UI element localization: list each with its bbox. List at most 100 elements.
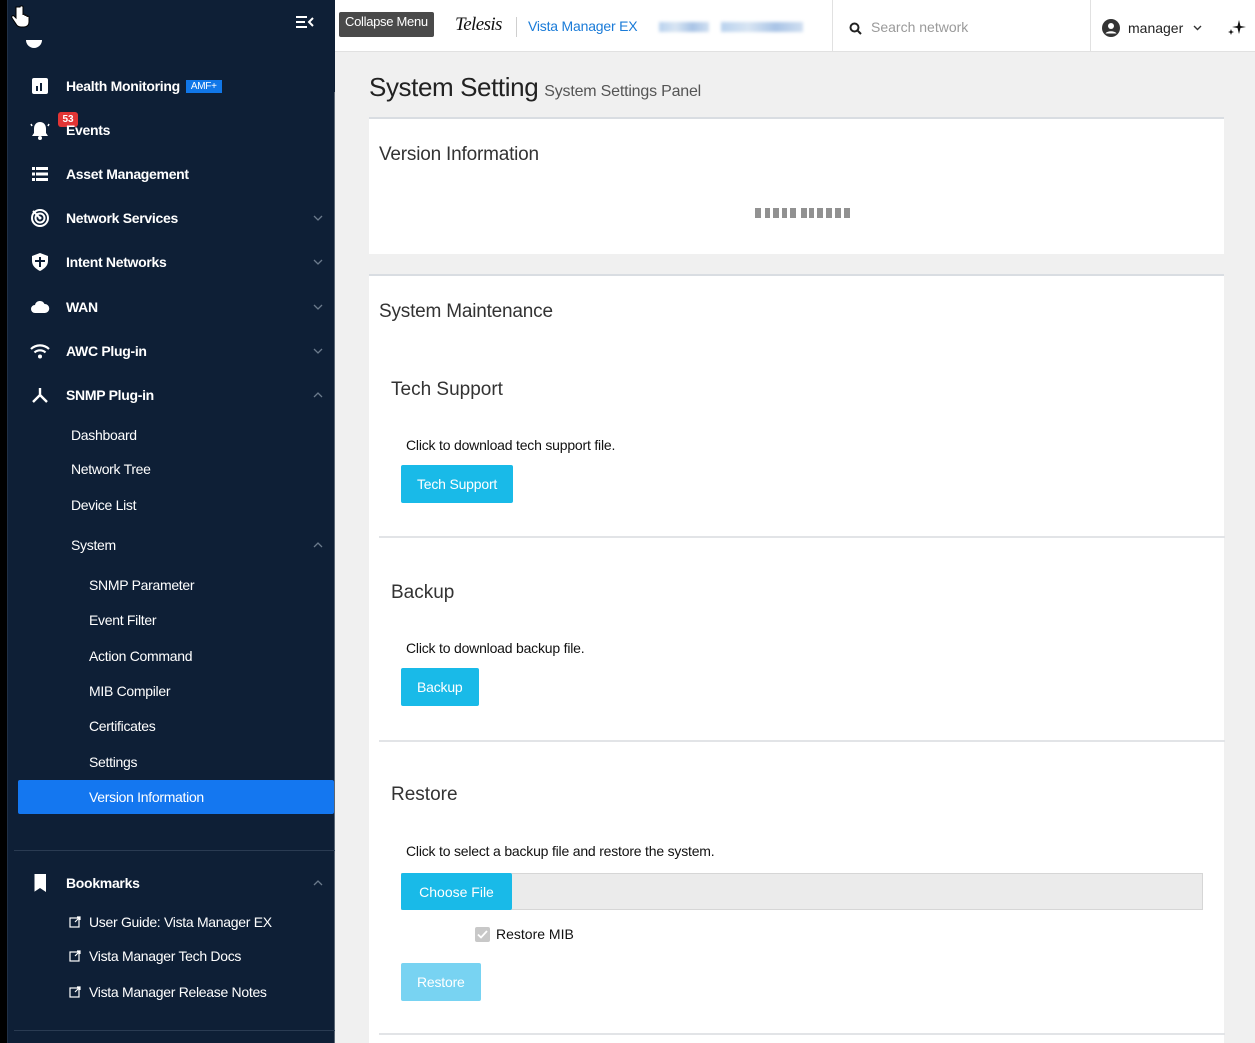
- nav-label: Intent Networks: [66, 254, 167, 270]
- external-link-icon: [69, 986, 81, 998]
- nav-label: AWC Plug-in: [66, 343, 147, 359]
- bookmark-label: User Guide: Vista Manager EX: [89, 914, 272, 930]
- section-divider: [379, 536, 1225, 538]
- redacted-info: [659, 22, 709, 32]
- sidebar-item-system[interactable]: System: [14, 528, 332, 562]
- restore-title: Restore: [391, 784, 458, 805]
- page-title-row: System Setting System Settings Panel: [369, 72, 701, 103]
- search-network-input[interactable]: [871, 15, 1091, 39]
- tech-support-button[interactable]: Tech Support: [401, 465, 514, 503]
- sub-item-label: MIB Compiler: [89, 683, 171, 699]
- hand-pointer-icon: [11, 5, 30, 28]
- sidebar-top: [7, 0, 335, 52]
- bookmark-link[interactable]: Vista Manager Release Notes: [69, 984, 267, 1000]
- nav-intent-networks[interactable]: Intent Networks: [14, 244, 332, 280]
- chevron-up-icon: [313, 392, 323, 398]
- choose-file-button[interactable]: Choose File: [401, 873, 512, 910]
- bar-chart-icon: [32, 78, 48, 94]
- sidebar-item-version-information[interactable]: Version Information: [18, 780, 334, 814]
- nav-health-monitoring[interactable]: Health Monitoring AMF+: [14, 68, 332, 104]
- external-link-icon: [69, 916, 81, 928]
- bookmark-icon: [33, 874, 46, 892]
- sub-item-label: Dashboard: [71, 427, 137, 443]
- bookmark-link[interactable]: User Guide: Vista Manager EX: [69, 914, 272, 930]
- main-content: System Setting System Settings Panel Vers…: [335, 53, 1255, 1043]
- collapse-menu-button[interactable]: Collapse Menu: [339, 12, 434, 37]
- restore-description: Click to select a backup file and restor…: [406, 843, 715, 859]
- redacted-info: [721, 22, 803, 32]
- sub-item-label: Version Information: [89, 789, 204, 805]
- dashboard-icon: [26, 40, 42, 48]
- nav-wan[interactable]: WAN: [14, 289, 332, 325]
- nav-label: Events: [66, 122, 111, 138]
- wifi-icon: [30, 344, 50, 359]
- nav-snmp-plugin[interactable]: SNMP Plug-in: [14, 377, 332, 413]
- sidebar-item-device-list[interactable]: Device List: [14, 488, 332, 522]
- amf-badge: AMF+: [185, 80, 222, 93]
- nav-events[interactable]: 53 Events: [14, 112, 332, 148]
- nav-bookmarks[interactable]: Bookmarks: [14, 865, 332, 901]
- bell-icon: [30, 122, 50, 140]
- sub-item-label: Action Command: [89, 648, 193, 664]
- nav-label: SNMP Plug-in: [66, 387, 154, 403]
- nav-awc-plugin[interactable]: AWC Plug-in: [14, 333, 332, 369]
- version-information-panel: Version Information: [369, 117, 1224, 254]
- sidebar-item-event-filter[interactable]: Event Filter: [14, 603, 332, 637]
- header-divider: [1090, 0, 1091, 52]
- sidebar-item-action-command[interactable]: Action Command: [14, 639, 332, 673]
- bookmark-link[interactable]: Vista Manager Tech Docs: [69, 948, 241, 964]
- bookmark-label: Vista Manager Tech Docs: [89, 948, 242, 964]
- sidebar-scroll-track: [7, 0, 8, 1043]
- collapse-menu-icon[interactable]: [295, 14, 315, 30]
- restore-mib-option[interactable]: Restore MIB: [475, 926, 574, 942]
- chevron-down-icon: [313, 259, 323, 265]
- sub-item-label: Network Tree: [71, 461, 151, 477]
- top-header: Collapse Menu Telesis Vista Manager EX m…: [335, 0, 1255, 52]
- page-subtitle: System Settings Panel: [544, 83, 702, 100]
- nav-label: Health Monitoring: [66, 78, 180, 94]
- sub-item-label: Certificates: [89, 718, 156, 734]
- file-input[interactable]: Choose File: [401, 873, 1203, 910]
- user-name: manager: [1128, 20, 1184, 36]
- sidebar-divider: [14, 1030, 335, 1031]
- nav-label: Bookmarks: [66, 875, 140, 891]
- sidebar-item-network-tree[interactable]: Network Tree: [14, 452, 332, 486]
- search-icon: [849, 22, 862, 35]
- user-menu[interactable]: manager: [1102, 17, 1202, 39]
- brand-separator: [516, 17, 517, 37]
- nav-label: Asset Management: [66, 166, 189, 182]
- sub-item-label: Event Filter: [89, 612, 157, 628]
- chevron-down-icon: [313, 215, 323, 221]
- brand-logo: Telesis: [455, 14, 502, 35]
- sub-item-label: System: [71, 537, 116, 553]
- external-link-icon: [69, 950, 81, 962]
- sparkle-icon[interactable]: [1227, 18, 1247, 36]
- version-value-redacted: [755, 208, 850, 218]
- backup-description: Click to download backup file.: [406, 640, 585, 656]
- header-divider: [832, 0, 833, 52]
- list-icon: [32, 167, 48, 181]
- network-icon: [32, 388, 48, 403]
- sidebar: Health Monitoring AMF+ 53 Events Asset Ma…: [0, 0, 335, 1043]
- nav-asset-management[interactable]: Asset Management: [14, 156, 332, 192]
- restore-mib-checkbox[interactable]: [475, 926, 490, 942]
- sidebar-item-certificates[interactable]: Certificates: [14, 709, 332, 743]
- backup-title: Backup: [391, 582, 455, 603]
- restore-button[interactable]: Restore: [401, 963, 481, 1001]
- sidebar-item-settings[interactable]: Settings: [14, 745, 332, 779]
- panel-title: System Maintenance: [379, 301, 553, 322]
- nav-label: WAN: [66, 299, 98, 315]
- product-name-link[interactable]: Vista Manager EX: [528, 18, 638, 34]
- sidebar-item-dashboard[interactable]: Dashboard: [14, 418, 332, 452]
- tech-support-description: Click to download tech support file.: [406, 437, 616, 453]
- chevron-down-icon: [313, 304, 323, 310]
- nav-network-services[interactable]: Network Services: [14, 200, 332, 236]
- page-title: System Setting: [369, 72, 539, 102]
- sidebar-item-snmp-parameter[interactable]: SNMP Parameter: [14, 568, 332, 602]
- chevron-down-icon: [1193, 25, 1202, 31]
- tech-support-title: Tech Support: [391, 379, 503, 400]
- sub-item-label: Device List: [71, 497, 137, 513]
- user-circle-icon: [1102, 19, 1120, 37]
- backup-button[interactable]: Backup: [401, 668, 479, 706]
- sidebar-item-mib-compiler[interactable]: MIB Compiler: [14, 674, 332, 708]
